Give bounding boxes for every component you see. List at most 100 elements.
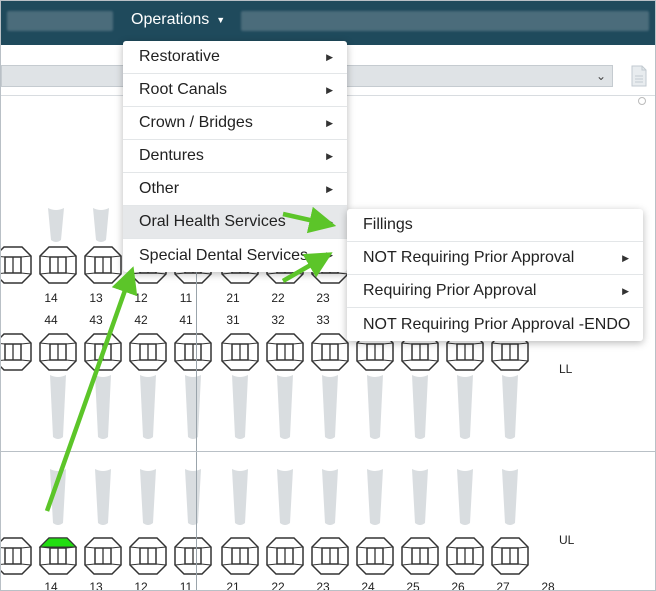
menu-item-label: Other [139, 180, 180, 197]
tooth-number: 14 [44, 580, 58, 591]
submenu-item-label: NOT Requiring Prior Approval -ENDO [363, 315, 631, 333]
submenu-item-label: Requiring Prior Approval [363, 282, 537, 299]
tooth-number: 31 [226, 313, 240, 327]
chevron-right-icon: ▶ [326, 216, 333, 227]
menu-item-label: Special Dental Services [139, 246, 308, 264]
tooth[interactable] [83, 536, 123, 576]
tooth-root [140, 469, 156, 525]
tooth[interactable] [128, 536, 168, 576]
tooth-root [412, 375, 428, 439]
menu-item-restorative[interactable]: Restorative ▶ [123, 41, 347, 74]
menu-item-oral-health-services[interactable]: Oral Health Services ▶ [123, 206, 347, 239]
tooth[interactable] [0, 536, 33, 576]
tooth-number: 23 [316, 580, 330, 591]
tooth-number: 33 [316, 313, 330, 327]
tooth-number: 13 [89, 580, 103, 591]
tooth[interactable] [173, 332, 213, 372]
tooth[interactable] [0, 245, 33, 285]
chevron-right-icon: ▶ [326, 150, 333, 161]
radio-icon[interactable] [638, 97, 646, 105]
tooth-number: 24 [361, 580, 375, 591]
tooth-root [322, 375, 338, 439]
chevron-right-icon: ▶ [326, 183, 333, 194]
tooth-root [412, 469, 428, 525]
chevron-right-icon: ▶ [622, 285, 629, 296]
tooth[interactable] [355, 536, 395, 576]
tooth[interactable] [490, 536, 530, 576]
tooth-root [277, 375, 293, 439]
tooth-root [140, 375, 156, 439]
menu-item-label: Root Canals [139, 81, 228, 98]
tooth-root [502, 375, 518, 439]
tooth[interactable] [38, 245, 78, 285]
document-icon[interactable] [630, 65, 648, 87]
tooth-number: 22 [271, 580, 285, 591]
blurred-nav-item [7, 11, 113, 31]
quadrant-label-ul: UL [559, 533, 575, 547]
tooth[interactable] [310, 332, 350, 372]
tooth-number: 28 [541, 580, 555, 591]
tooth-root [367, 375, 383, 439]
tooth[interactable] [173, 536, 213, 576]
oral-health-services-submenu: Fillings NOT Requiring Prior Approval ▶ … [347, 209, 643, 341]
chevron-right-icon: ▶ [326, 250, 333, 260]
submenu-item-requiring-prior-approval[interactable]: Requiring Prior Approval ▶ [347, 275, 643, 308]
menu-item-special-dental-services[interactable]: Special Dental Services ▶ [123, 239, 347, 272]
quadrant-label-ll: LL [559, 362, 573, 376]
tooth[interactable] [265, 536, 305, 576]
tooth[interactable] [83, 245, 123, 285]
chevron-right-icon: ▶ [326, 84, 333, 95]
top-nav-bar: Operations ▼ [1, 1, 655, 45]
tooth[interactable] [128, 332, 168, 372]
tooth-root [95, 469, 111, 525]
tooth-number: 13 [89, 291, 103, 305]
chevron-down-icon: ▼ [216, 15, 226, 25]
chevron-right-icon: ▶ [326, 51, 333, 62]
tooth-root [185, 375, 201, 439]
tooth[interactable] [220, 332, 260, 372]
tooth-root [50, 375, 66, 439]
submenu-item-not-requiring-prior-approval[interactable]: NOT Requiring Prior Approval ▶ [347, 242, 643, 275]
menu-item-label: Crown / Bridges [139, 114, 253, 131]
operations-menu-label: Operations [131, 11, 210, 28]
submenu-item-not-requiring-prior-approval-endo[interactable]: NOT Requiring Prior Approval -ENDO [347, 308, 643, 341]
tooth[interactable] [38, 536, 78, 576]
tooth[interactable] [0, 332, 33, 372]
tooth-number: 12 [134, 580, 148, 591]
tooth-root [322, 469, 338, 525]
tooth-root [457, 469, 473, 525]
menu-item-label: Restorative [139, 48, 220, 65]
operations-dropdown-menu: Restorative ▶ Root Canals ▶ Crown / Brid… [123, 41, 347, 272]
tooth[interactable] [265, 332, 305, 372]
menu-item-root-canals[interactable]: Root Canals ▶ [123, 74, 347, 107]
menu-item-other[interactable]: Other ▶ [123, 173, 347, 206]
chevron-down-icon: ⌄ [595, 69, 606, 83]
tooth[interactable] [400, 536, 440, 576]
chevron-right-icon: ▶ [326, 117, 333, 128]
tooth-root [457, 375, 473, 439]
tooth[interactable] [83, 332, 123, 372]
tooth-root [95, 375, 111, 439]
menu-item-crown-bridges[interactable]: Crown / Bridges ▶ [123, 107, 347, 140]
tooth-number: 25 [406, 580, 420, 591]
blurred-nav-item [241, 11, 649, 31]
tooth-number: 21 [226, 291, 240, 305]
submenu-item-label: Fillings [363, 216, 413, 233]
tooth-root [50, 469, 66, 525]
app-window: Operations ▼ ⌄ 14 13 12 11 21 22 23 44 43 42 41 31 3… [0, 0, 656, 591]
submenu-item-fillings[interactable]: Fillings [347, 209, 643, 242]
tooth-root [232, 469, 248, 525]
tooth[interactable] [38, 332, 78, 372]
operations-menu-button[interactable]: Operations ▼ [121, 1, 235, 39]
tooth-number: 23 [316, 291, 330, 305]
tooth[interactable] [445, 536, 485, 576]
tooth-number: 44 [44, 313, 58, 327]
tooth[interactable] [220, 536, 260, 576]
submenu-item-label: NOT Requiring Prior Approval [363, 249, 575, 266]
menu-item-label: Oral Health Services [139, 213, 286, 230]
menu-item-dentures[interactable]: Dentures ▶ [123, 140, 347, 173]
tooth[interactable] [310, 536, 350, 576]
menu-item-label: Dentures [139, 147, 204, 164]
tooth-number: 42 [134, 313, 148, 327]
tooth-root [185, 469, 201, 525]
